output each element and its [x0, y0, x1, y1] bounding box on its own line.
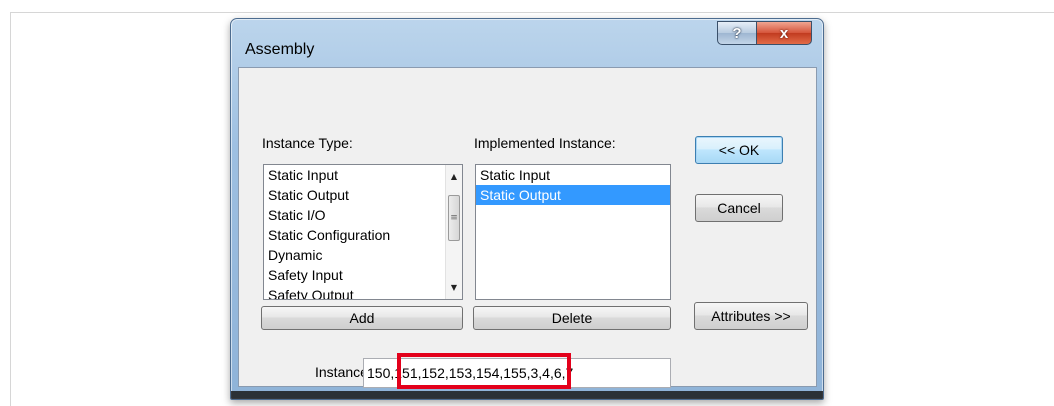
- list-item[interactable]: Safety Output: [264, 285, 462, 299]
- help-icon: ?: [732, 24, 742, 42]
- close-button[interactable]: x: [756, 21, 812, 45]
- list-item[interactable]: Static Input: [264, 165, 462, 185]
- cancel-button[interactable]: Cancel: [695, 194, 783, 222]
- instance-label: Instance: [315, 364, 368, 380]
- instance-input[interactable]: 150,151,152,153,154,155,3,4,6,7: [363, 358, 671, 388]
- title-bar[interactable]: Assembly ? x: [231, 19, 823, 67]
- instance-type-list[interactable]: Static Input Static Output Static I/O Stati…: [263, 164, 463, 300]
- page-frame-top: [10, 12, 1054, 13]
- implemented-instance-list[interactable]: Static Input Static Output: [475, 164, 671, 300]
- add-button[interactable]: Add: [261, 306, 463, 330]
- assembly-dialog: Assembly ? x Instance Type: Implemented …: [230, 18, 824, 400]
- list-item[interactable]: Static Output: [264, 185, 462, 205]
- scroll-down-icon[interactable]: ▼: [446, 279, 462, 296]
- implemented-instance-items: Static Input Static Output: [476, 165, 670, 205]
- list-item[interactable]: Static Output: [476, 185, 670, 205]
- list-item[interactable]: Static Configuration: [264, 225, 462, 245]
- list-item[interactable]: Static I/O: [264, 205, 462, 225]
- list-item[interactable]: Safety Input: [264, 265, 462, 285]
- help-button[interactable]: ?: [717, 21, 757, 45]
- list-item[interactable]: Dynamic: [264, 245, 462, 265]
- instance-type-scrollbar[interactable]: ▲ ≡ ▼: [445, 165, 462, 299]
- dialog-client-area: Instance Type: Implemented Instance: Sta…: [238, 67, 817, 389]
- scroll-up-icon[interactable]: ▲: [446, 168, 462, 185]
- ok-button[interactable]: << OK: [695, 136, 783, 164]
- window-title: Assembly: [245, 41, 315, 58]
- scroll-thumb[interactable]: ≡: [448, 195, 460, 241]
- delete-button[interactable]: Delete: [473, 306, 671, 330]
- attributes-button[interactable]: Attributes >>: [694, 302, 808, 330]
- instance-type-items: Static Input Static Output Static I/O Stati…: [264, 165, 462, 299]
- implemented-instance-label: Implemented Instance:: [474, 135, 616, 151]
- list-item[interactable]: Static Input: [476, 165, 670, 185]
- close-icon: x: [779, 24, 789, 42]
- instance-type-label: Instance Type:: [262, 135, 353, 151]
- page-frame-left: [10, 12, 11, 406]
